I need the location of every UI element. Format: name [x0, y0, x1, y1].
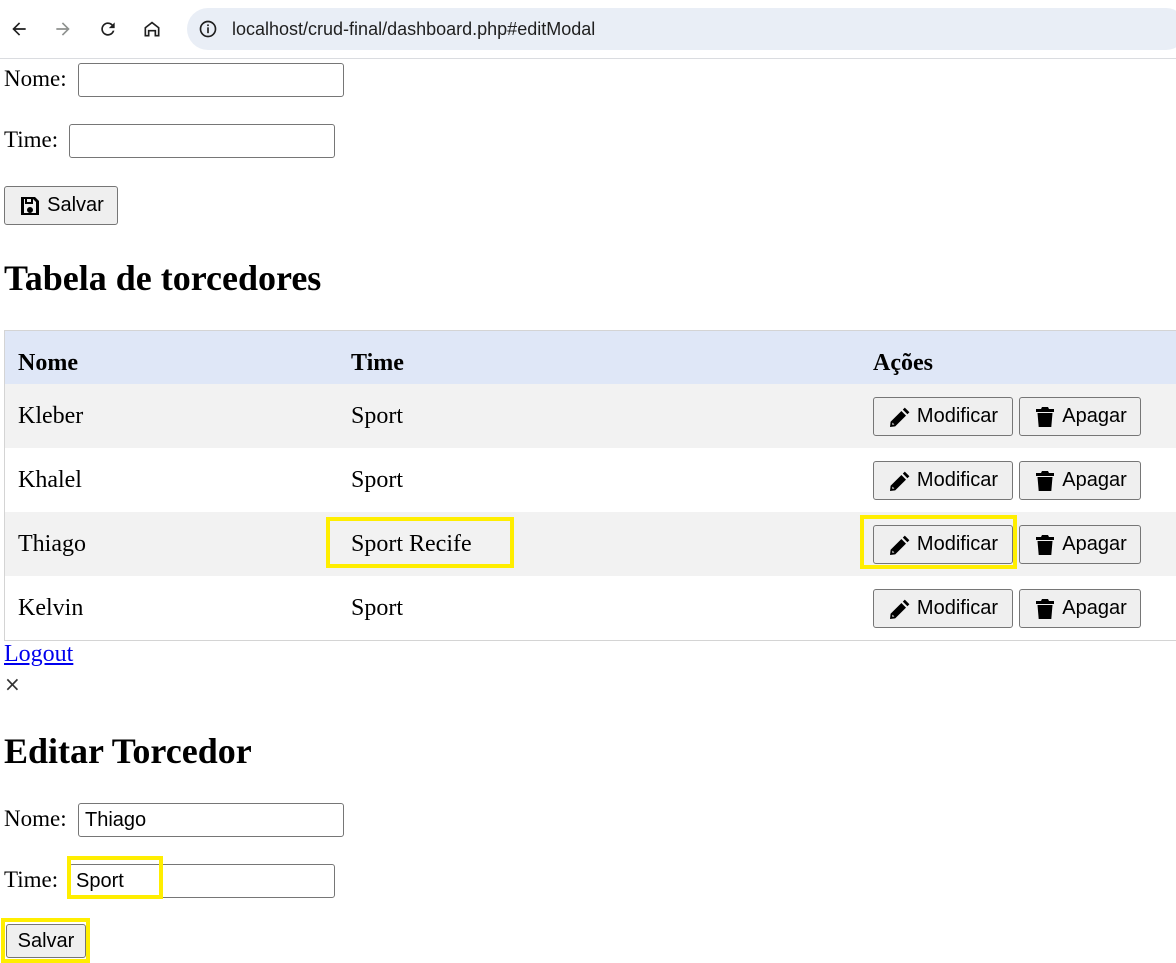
- table-header-row: Nome Time Ações: [5, 331, 1176, 384]
- trash-icon: [1036, 598, 1055, 619]
- highlight-box: [326, 517, 514, 568]
- highlight-box: [860, 515, 1017, 569]
- arrow-left-icon: [12, 22, 26, 36]
- pencil-icon: [889, 471, 910, 491]
- delete-button[interactable]: Apagar: [1019, 525, 1141, 564]
- modify-button[interactable]: Modificar: [873, 397, 1013, 436]
- delete-label: Apagar: [1062, 469, 1127, 491]
- arrow-right-icon: [56, 22, 70, 36]
- home-icon: [144, 21, 160, 37]
- header-nome: Nome: [18, 350, 78, 376]
- nome-input[interactable]: [78, 63, 344, 97]
- modify-button[interactable]: Modificar: [873, 461, 1013, 500]
- table-row: Kleber Sport Modificar Apagar: [5, 384, 1176, 448]
- modify-label: Modificar: [916, 469, 999, 491]
- back-button[interactable]: [1, 11, 37, 47]
- info-icon[interactable]: [197, 18, 219, 40]
- save-button[interactable]: Salvar: [4, 186, 118, 225]
- time-input[interactable]: [69, 124, 335, 158]
- row-nome: Khalel: [18, 467, 82, 493]
- highlight-box: [1, 918, 90, 963]
- modify-label: Modificar: [916, 597, 999, 619]
- forward-button[interactable]: [45, 11, 81, 47]
- header-acoes: Ações: [873, 350, 933, 376]
- row-nome: Kelvin: [18, 595, 84, 621]
- trash-icon: [1036, 470, 1055, 491]
- delete-button[interactable]: Apagar: [1019, 461, 1141, 500]
- header-time: Time: [351, 350, 404, 376]
- reload-icon: [101, 22, 115, 36]
- row-time: Sport: [351, 595, 404, 621]
- highlight-box: [67, 856, 163, 899]
- modify-label: Modificar: [916, 405, 999, 427]
- pencil-icon: [889, 407, 910, 427]
- edit-nome-input[interactable]: [78, 803, 344, 837]
- fans-table: Nome Time Ações Kleber Sport Modificar A…: [4, 330, 1176, 641]
- row-nome: Kleber: [18, 403, 84, 429]
- trash-icon: [1036, 534, 1055, 555]
- modify-button[interactable]: Modificar: [873, 589, 1013, 628]
- table-row: Khalel Sport Modificar Apagar: [5, 448, 1176, 512]
- browser-toolbar: localhost/crud-final/dashboard.php#editM…: [0, 0, 1176, 59]
- row-time: Sport: [351, 467, 404, 493]
- address-url: localhost/crud-final/dashboard.php#editM…: [232, 18, 596, 39]
- edit-time-label: Time:: [4, 867, 59, 892]
- delete-button[interactable]: Apagar: [1019, 589, 1141, 628]
- close-icon[interactable]: ×: [4, 672, 21, 696]
- nome-label: Nome:: [4, 66, 67, 91]
- table-title: Tabela de torcedores: [4, 258, 322, 298]
- delete-label: Apagar: [1062, 533, 1127, 555]
- save-button-label: Salvar: [47, 194, 104, 216]
- trash-icon: [1036, 406, 1055, 427]
- floppy-disk-icon: [21, 196, 40, 215]
- delete-button[interactable]: Apagar: [1019, 397, 1141, 436]
- reload-button[interactable]: [90, 11, 126, 47]
- row-time: Sport: [351, 403, 404, 429]
- delete-label: Apagar: [1062, 597, 1127, 619]
- logout-link[interactable]: Logout: [4, 641, 73, 668]
- edit-nome-label: Nome:: [4, 806, 67, 831]
- home-button[interactable]: [134, 11, 170, 47]
- pencil-icon: [889, 599, 910, 619]
- address-bar[interactable]: localhost/crud-final/dashboard.php#editM…: [187, 8, 1176, 50]
- table-row: Kelvin Sport Modificar Apagar: [5, 576, 1176, 640]
- delete-label: Apagar: [1062, 405, 1127, 427]
- time-label: Time:: [4, 127, 59, 152]
- row-nome: Thiago: [18, 531, 86, 557]
- edit-modal-title: Editar Torcedor: [4, 731, 252, 771]
